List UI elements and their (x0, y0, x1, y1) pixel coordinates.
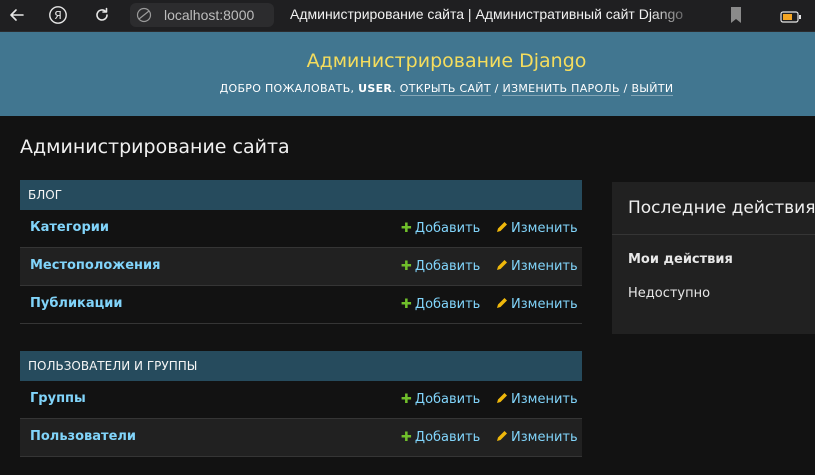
plus-icon: ✚ (401, 392, 412, 407)
plus-icon: ✚ (401, 430, 412, 445)
model-row-locations: Местоположения ✚ Добавить Изменить (20, 248, 582, 286)
page-title: Администрирование сайта (20, 136, 290, 158)
plus-icon: ✚ (401, 297, 412, 312)
add-link[interactable]: ✚ Добавить (401, 259, 480, 274)
change-link[interactable]: Изменить (496, 221, 578, 237)
add-link[interactable]: ✚ Добавить (401, 297, 480, 312)
plus-icon: ✚ (401, 259, 412, 274)
model-row-posts: Публикации ✚ Добавить Изменить (20, 286, 582, 324)
model-link[interactable]: Публикации (30, 296, 123, 311)
reload-icon[interactable] (91, 4, 113, 26)
change-link[interactable]: Изменить (496, 430, 578, 446)
module-blog: БЛОГ Категории ✚ Добавить Изменить Местоп… (20, 180, 582, 324)
model-link[interactable]: Пользователи (30, 429, 136, 444)
separator: / (623, 82, 628, 95)
bookmark-icon[interactable] (729, 6, 743, 28)
separator: / (494, 82, 499, 95)
username: USER (358, 82, 393, 95)
address-bar[interactable]: localhost:8000 (130, 3, 274, 27)
address-text: localhost:8000 (164, 7, 255, 23)
svg-text:Я: Я (54, 9, 62, 22)
add-link[interactable]: ✚ Добавить (401, 430, 480, 445)
change-link[interactable]: Изменить (496, 297, 578, 313)
pencil-icon (496, 430, 508, 446)
recent-actions-panel: Последние действия Мои действия Недоступ… (612, 182, 815, 334)
welcome-text: ДОБРО ПОЖАЛОВАТЬ, (219, 82, 355, 95)
globe-icon (136, 7, 152, 27)
plus-icon: ✚ (401, 221, 412, 236)
back-arrow-icon[interactable] (6, 4, 28, 26)
yandex-logo-icon[interactable]: Я (47, 4, 69, 26)
module-caption[interactable]: ПОЛЬЗОВАТЕЛИ И ГРУППЫ (20, 351, 582, 381)
add-link[interactable]: ✚ Добавить (401, 221, 480, 236)
add-link[interactable]: ✚ Добавить (401, 392, 480, 407)
browser-toolbar: Я localhost:8000 Администрирование сайта… (0, 0, 815, 32)
divider (612, 234, 815, 235)
model-row-categories: Категории ✚ Добавить Изменить (20, 210, 582, 248)
pencil-icon (496, 221, 508, 237)
pencil-icon (496, 392, 508, 408)
battery-icon (780, 8, 802, 27)
model-link[interactable]: Группы (30, 391, 86, 406)
pencil-icon (496, 297, 508, 313)
user-tools: ДОБРО ПОЖАЛОВАТЬ, USER. ОТКРЫТЬ САЙТ / И… (219, 82, 674, 96)
change-password-link[interactable]: ИЗМЕНИТЬ ПАРОЛЬ (502, 82, 620, 96)
pencil-icon (496, 259, 508, 275)
module-caption[interactable]: БЛОГ (20, 180, 582, 210)
admin-header: Администрирование Django ДОБРО ПОЖАЛОВАТ… (0, 32, 815, 116)
change-link[interactable]: Изменить (496, 392, 578, 408)
model-link[interactable]: Местоположения (30, 258, 160, 273)
my-actions-heading: Мои действия (628, 252, 733, 267)
view-site-link[interactable]: ОТКРЫТЬ САЙТ (399, 82, 491, 96)
change-link[interactable]: Изменить (496, 259, 578, 275)
model-link[interactable]: Категории (30, 220, 109, 235)
logout-link[interactable]: ВЫЙТИ (631, 82, 674, 96)
tab-title: Администрирование сайта | Административн… (290, 6, 684, 22)
empty-state-text: Недоступно (628, 286, 711, 301)
module-auth: ПОЛЬЗОВАТЕЛИ И ГРУППЫ Группы ✚ Добавить И… (20, 351, 582, 457)
model-row-groups: Группы ✚ Добавить Изменить (20, 381, 582, 419)
site-name[interactable]: Администрирование Django (0, 50, 815, 72)
model-row-users: Пользователи ✚ Добавить Изменить (20, 419, 582, 457)
recent-actions-title: Последние действия (628, 198, 815, 218)
